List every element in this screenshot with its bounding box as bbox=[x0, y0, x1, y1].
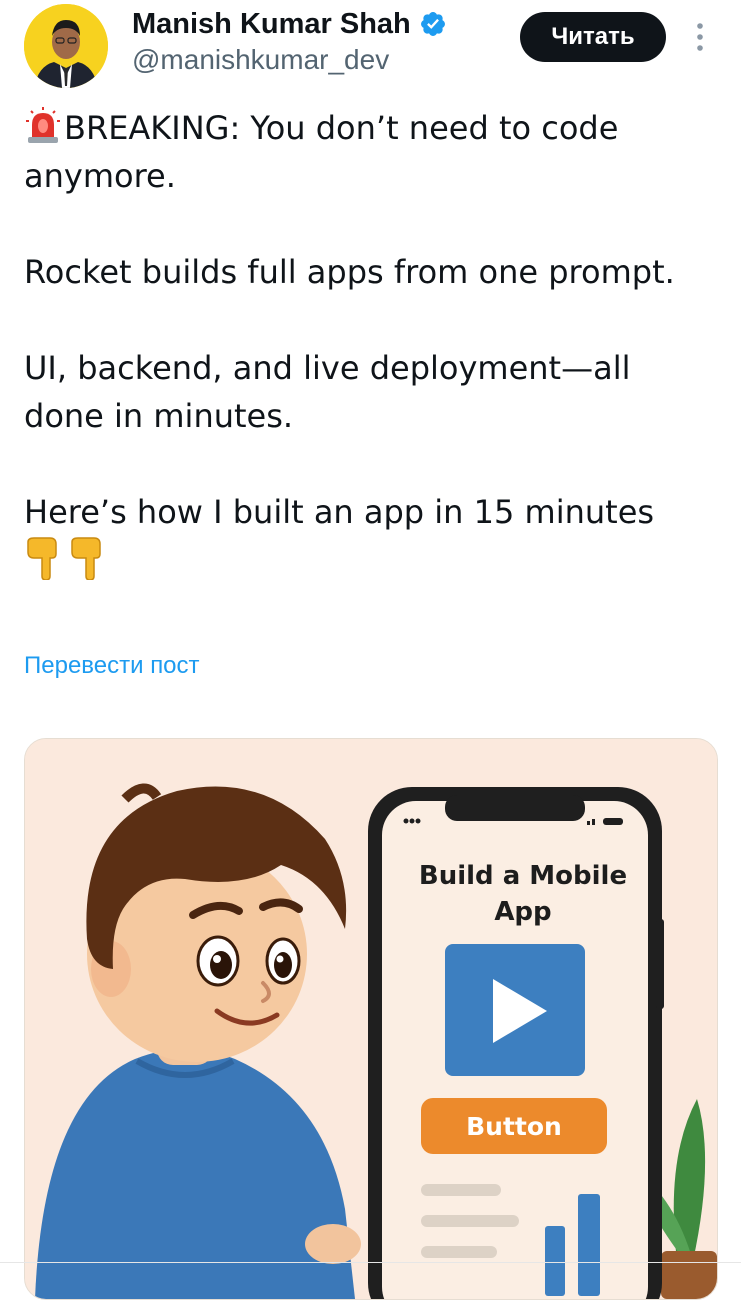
pointing-down-icon bbox=[71, 537, 101, 580]
more-vertical-icon[interactable] bbox=[690, 20, 710, 54]
avatar-image bbox=[24, 4, 108, 88]
tweet-paragraph: Here’s how I built an app in 15 minutes bbox=[24, 488, 714, 585]
phone-screen-title: Build a Mobile App bbox=[418, 861, 628, 927]
follow-button[interactable]: Читать bbox=[520, 12, 666, 62]
tweet-paragraph: BREAKING: You don’t need to code anymore… bbox=[24, 104, 714, 200]
author-handle[interactable]: @manishkumar_dev bbox=[132, 44, 389, 76]
avatar[interactable] bbox=[24, 4, 108, 88]
translate-post-link[interactable]: Перевести пост bbox=[24, 652, 200, 680]
author-name[interactable]: Manish Kumar Shah bbox=[132, 8, 411, 41]
tweet-paragraph-1: BREAKING: You don’t need to code anymore… bbox=[24, 109, 619, 195]
pointing-down-icon bbox=[27, 537, 57, 580]
rotating-light-icon bbox=[26, 107, 60, 143]
divider bbox=[0, 1262, 741, 1263]
author-name-row[interactable]: Manish Kumar Shah bbox=[132, 4, 447, 44]
tweet-paragraph-2: Rocket builds full apps from one prompt. bbox=[24, 253, 675, 291]
verified-badge-icon bbox=[420, 12, 445, 36]
illustration bbox=[25, 739, 717, 1299]
phone-screen-button: Button bbox=[421, 1098, 607, 1154]
tweet-paragraph-4: Here’s how I built an app in 15 minutes bbox=[24, 493, 655, 531]
tweet-media-image[interactable] bbox=[24, 738, 718, 1300]
tweet-text: BREAKING: You don’t need to code anymore… bbox=[24, 104, 714, 585]
tweet-paragraph-3: UI, backend, and live deployment—all don… bbox=[24, 349, 631, 435]
